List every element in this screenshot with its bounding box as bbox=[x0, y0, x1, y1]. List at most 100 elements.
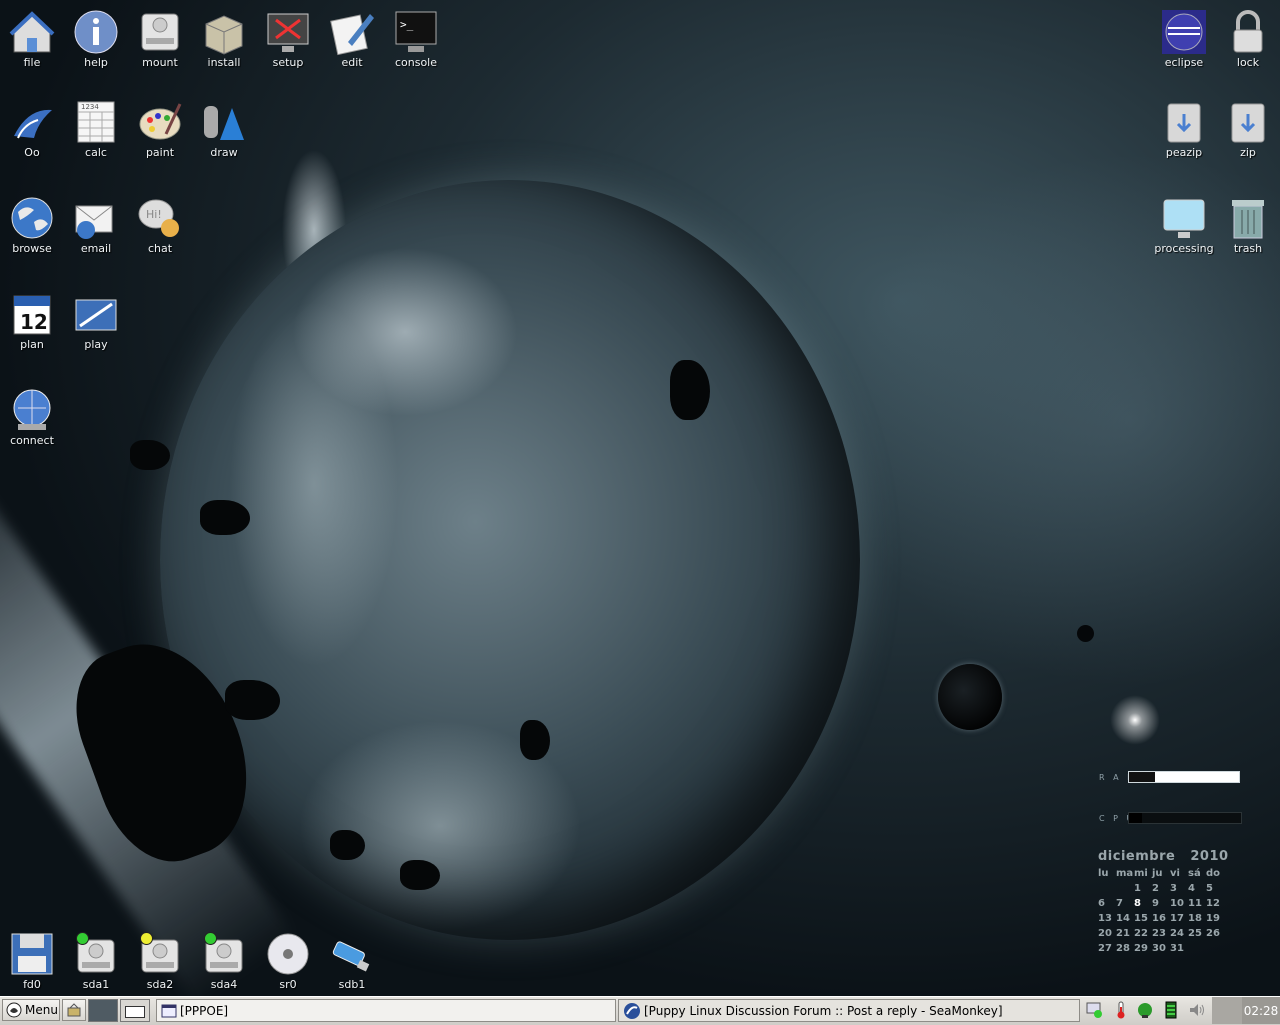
temperature-icon[interactable] bbox=[1112, 1001, 1130, 1019]
mount-status-dot bbox=[204, 932, 217, 945]
desktop-icon-draw[interactable]: draw bbox=[192, 98, 256, 160]
chat-bubble-icon: Hi! bbox=[136, 194, 184, 242]
desktop-icon-file[interactable]: file bbox=[0, 8, 64, 70]
desktop-icon-console[interactable]: >_ console bbox=[384, 8, 448, 70]
wallpaper-moon bbox=[938, 664, 1002, 730]
desktop-icon-sr0[interactable]: sr0 bbox=[256, 930, 320, 992]
calendar-grid: lu ma mi ju vi sá do 1 2 3 4 5 6 7 8 9 10 11 12 13 14 15 16 17 1… bbox=[1098, 866, 1224, 956]
desktop-icon-sda1[interactable]: sda1 bbox=[64, 930, 128, 992]
svg-text:1234: 1234 bbox=[81, 103, 99, 111]
task-label: [Puppy Linux Discussion Forum :: Post a … bbox=[644, 1003, 1003, 1018]
wallpaper-asteroid bbox=[330, 830, 365, 860]
hard-drive-icon bbox=[200, 930, 248, 978]
cd-disc-icon bbox=[264, 930, 312, 978]
desktop-icon-install[interactable]: install bbox=[192, 8, 256, 70]
wallpaper-asteroid bbox=[200, 500, 250, 535]
wallpaper-asteroid bbox=[400, 860, 440, 890]
desktop-icon-lock[interactable]: lock bbox=[1216, 8, 1280, 70]
desktop-pager-1[interactable] bbox=[88, 999, 118, 1022]
calendar-day: 3 bbox=[1170, 883, 1177, 894]
network-status-icon[interactable] bbox=[1086, 1001, 1104, 1019]
desktop-icon-label: browse bbox=[12, 242, 52, 255]
calendar-header: diciembre 2010 bbox=[1098, 849, 1229, 864]
desktop-icon-label: Oo bbox=[24, 146, 40, 159]
calendar-day: 12 bbox=[1206, 898, 1220, 909]
taskbar: Menu [PPPOE] [Puppy Linux Discussion For… bbox=[0, 996, 1280, 1025]
menu-label: Menu bbox=[25, 1003, 58, 1017]
desktop-icon-sdb1[interactable]: sdb1 bbox=[320, 930, 384, 992]
calendar-weekday: ma bbox=[1116, 868, 1134, 879]
desktop-icon-mount[interactable]: mount bbox=[128, 8, 192, 70]
wallpaper-asteroid bbox=[520, 720, 550, 760]
desktop-icon-browse[interactable]: browse bbox=[0, 194, 64, 256]
calendar-day: 24 bbox=[1170, 928, 1184, 939]
battery-icon[interactable] bbox=[1162, 1001, 1180, 1019]
desktop-icon-label: fd0 bbox=[23, 978, 41, 991]
zip-archive-icon bbox=[1224, 98, 1272, 146]
usb-stick-icon bbox=[328, 930, 376, 978]
calendar-day bbox=[1188, 941, 1206, 956]
calendar-month: diciembre bbox=[1098, 849, 1176, 864]
quick-launch-button[interactable] bbox=[62, 999, 86, 1021]
window-icon bbox=[161, 1004, 177, 1017]
svg-text:12: 12 bbox=[20, 310, 48, 334]
home-folder-icon bbox=[8, 8, 56, 56]
calendar-weekday: do bbox=[1206, 868, 1221, 879]
wallpaper-asteroid bbox=[225, 680, 280, 720]
calendar-day: 13 bbox=[1098, 913, 1112, 924]
desktop-icon-label: paint bbox=[145, 146, 175, 159]
desktop-icon-label: plan bbox=[20, 338, 44, 351]
desktop-icon-zip[interactable]: zip bbox=[1216, 98, 1280, 160]
calendar-day: 7 bbox=[1116, 898, 1123, 909]
quick-launch-icon bbox=[67, 1003, 81, 1017]
calendar-day: 2 bbox=[1152, 883, 1159, 894]
desktop-pager-2[interactable] bbox=[120, 999, 150, 1022]
desktop-icon-sda4[interactable]: sda4 bbox=[192, 930, 256, 992]
calendar-day: 22 bbox=[1134, 928, 1148, 939]
desktop-icon-peazip[interactable]: peazip bbox=[1152, 98, 1216, 160]
palette-icon bbox=[136, 98, 184, 146]
computer-screen-icon bbox=[1160, 194, 1208, 242]
calendar-day: 16 bbox=[1152, 913, 1166, 924]
desktop-icon-plan[interactable]: 12 plan bbox=[0, 290, 64, 352]
connection-icon[interactable] bbox=[1136, 1001, 1154, 1019]
monitor-tools-icon bbox=[264, 8, 312, 56]
drive-icon bbox=[136, 8, 184, 56]
desktop-icon-chat[interactable]: Hi! chat bbox=[128, 194, 192, 256]
volume-icon[interactable] bbox=[1188, 1001, 1206, 1019]
desktop-icon-play[interactable]: play bbox=[64, 290, 128, 352]
desktop-icon-fd0[interactable]: fd0 bbox=[0, 930, 64, 992]
calendar-day: 20 bbox=[1098, 928, 1112, 939]
package-box-icon bbox=[200, 8, 248, 56]
ram-meter-fill bbox=[1129, 772, 1156, 782]
archive-icon bbox=[1160, 98, 1208, 146]
desktop-icon-setup[interactable]: setup bbox=[256, 8, 320, 70]
desktop-icon-paint[interactable]: paint bbox=[128, 98, 192, 160]
task-pppoe[interactable]: [PPPOE] bbox=[156, 999, 616, 1022]
desktop-icon-email[interactable]: email bbox=[64, 194, 128, 256]
desktop-icon-edit[interactable]: edit bbox=[320, 8, 384, 70]
calendar-day: 21 bbox=[1116, 928, 1130, 939]
menu-button[interactable]: Menu bbox=[2, 999, 60, 1021]
desktop-icon-eclipse[interactable]: eclipse bbox=[1152, 8, 1216, 70]
task-seamonkey[interactable]: [Puppy Linux Discussion Forum :: Post a … bbox=[618, 999, 1080, 1022]
desktop-icon-sda2[interactable]: sda2 bbox=[128, 930, 192, 992]
desktop-icon-label: eclipse bbox=[1164, 56, 1204, 69]
desktop-icon-processing[interactable]: processing bbox=[1152, 194, 1216, 256]
svg-text:Hi!: Hi! bbox=[146, 208, 162, 221]
calendar-day: 5 bbox=[1206, 883, 1213, 894]
calendar-day: 29 bbox=[1134, 943, 1148, 954]
desktop-icon-label: edit bbox=[341, 56, 363, 69]
desktop-icon-help[interactable]: help bbox=[64, 8, 128, 70]
desktop-icon-calc[interactable]: 1234 calc bbox=[64, 98, 128, 160]
desktop-icon-trash[interactable]: trash bbox=[1216, 194, 1280, 256]
desktop-icon-label: help bbox=[84, 56, 108, 69]
desktop-icon-oo[interactable]: Oo bbox=[0, 98, 64, 160]
desktop-icon-label: zip bbox=[1240, 146, 1256, 159]
pencil-paper-icon bbox=[328, 8, 376, 56]
clock[interactable]: 02:28 bbox=[1242, 997, 1280, 1024]
calendar-day bbox=[1098, 881, 1116, 896]
desktop-icon-connect[interactable]: connect bbox=[0, 386, 64, 448]
calendar-day: 6 bbox=[1098, 898, 1105, 909]
mount-status-dot bbox=[140, 932, 153, 945]
